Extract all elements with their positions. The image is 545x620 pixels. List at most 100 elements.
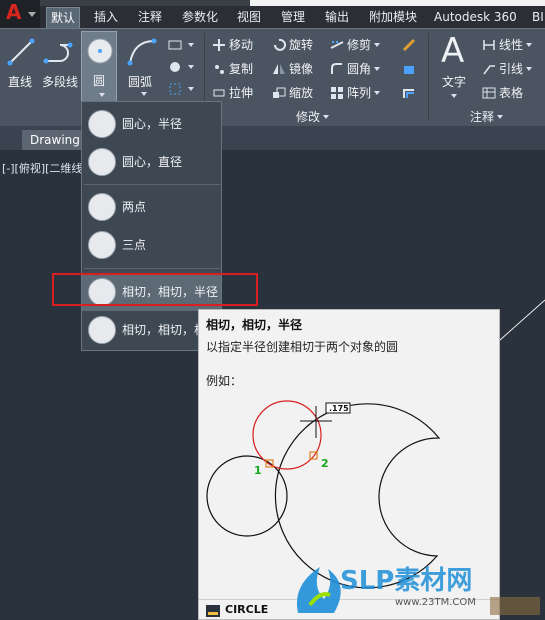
stretch-label: 拉伸	[229, 86, 254, 100]
tab-view[interactable]: 视图	[233, 7, 265, 28]
chevron-down-icon	[99, 93, 105, 97]
copy-icon	[215, 65, 224, 74]
line-label: 直线	[8, 75, 33, 89]
chevron-down-icon	[374, 67, 381, 71]
tab-output[interactable]: 输出	[321, 7, 353, 28]
chevron-down-icon	[374, 43, 381, 47]
scale-button[interactable]: 缩放	[272, 83, 313, 103]
mirror-button[interactable]: 镜像	[272, 59, 313, 79]
watermark-logo: SLP素材网 www.23TM.COM	[296, 566, 540, 615]
leader-label: 引线	[499, 62, 524, 76]
text-label: 文字	[442, 75, 467, 89]
tab-addins[interactable]: 附加模块	[365, 7, 421, 28]
boundary-button[interactable]	[168, 79, 194, 99]
chevron-down-icon	[188, 65, 194, 69]
chevron-down-icon	[141, 92, 147, 96]
application-menu-button[interactable]: A	[0, 0, 40, 28]
polyline-button[interactable]: 多段线	[40, 35, 80, 105]
text-button[interactable]: A 文字	[434, 31, 474, 103]
tooltip-title: 相切，相切，半径	[206, 318, 303, 332]
menu-separator	[84, 184, 220, 185]
scale-label: 缩放	[289, 86, 314, 100]
circle-tan-tan-tan-icon	[88, 316, 116, 344]
chevron-down-icon	[526, 67, 533, 71]
menu-item-center-radius[interactable]: 圆心，半径	[82, 105, 221, 143]
tooltip-example-label: 例如：	[206, 374, 243, 388]
annotation-group-label[interactable]: 注释	[470, 108, 504, 126]
tab-default[interactable]: 默认	[46, 7, 81, 28]
polyline-icon	[43, 42, 73, 64]
hatch-button[interactable]	[168, 57, 194, 77]
trim-icon	[330, 41, 344, 49]
linear-dim-button[interactable]: 线性	[482, 35, 533, 55]
circle-two-point-icon	[88, 193, 116, 221]
circle-label: 圆	[93, 74, 106, 88]
chevron-down-icon	[451, 94, 457, 98]
mirror-icon	[273, 64, 285, 74]
leader-button[interactable]: 引线	[482, 59, 533, 79]
menu-item-label: 相切，相切，相	[122, 323, 207, 337]
rectangle-button[interactable]	[168, 35, 194, 55]
table-icon	[482, 87, 496, 99]
tab-manage[interactable]: 管理	[277, 7, 309, 28]
chevron-down-icon	[188, 43, 194, 47]
hatch-icon	[170, 62, 180, 72]
trim-button[interactable]: 修剪	[330, 35, 381, 55]
highlight-box	[52, 273, 258, 306]
chevron-down-icon	[374, 91, 381, 95]
fillet-icon	[331, 63, 342, 74]
tab-autodesk360[interactable]: Autodesk 360	[430, 7, 521, 28]
rotate-label: 旋转	[289, 38, 314, 52]
fillet-button[interactable]: 圆角	[330, 59, 381, 79]
move-button[interactable]: 移动	[212, 35, 253, 55]
watermark-text: SLP素材网	[340, 566, 472, 596]
stretch-button[interactable]: 拉伸	[212, 83, 253, 103]
circle-button[interactable]: 圆	[81, 31, 117, 103]
arc-icon	[127, 38, 157, 66]
viewport-controls[interactable]: [-][俯视][二维线	[2, 160, 82, 176]
arc-button[interactable]: 圆弧	[124, 35, 162, 105]
tab-parametric[interactable]: 参数化	[178, 7, 222, 28]
chevron-down-icon	[323, 115, 330, 119]
move-icon	[213, 39, 225, 51]
array-button[interactable]: 阵列	[330, 83, 381, 103]
fillet-label: 圆角	[347, 62, 372, 76]
tab-annotate[interactable]: 注释	[134, 7, 166, 28]
tab-insert[interactable]: 插入	[90, 7, 122, 28]
autocad-logo: A	[6, 0, 22, 24]
erase-button[interactable]	[402, 35, 419, 55]
tab-bim[interactable]: BI	[528, 7, 545, 28]
tooltip-description: 以指定半径创建相切于两个对象的圆	[206, 340, 399, 354]
line-button[interactable]: 直线	[4, 35, 38, 105]
title-bar-area	[250, 0, 545, 6]
trim-label: 修剪	[347, 38, 372, 52]
menu-separator	[84, 268, 220, 269]
explode-button[interactable]	[402, 59, 419, 79]
circle-center-diameter-icon	[88, 148, 116, 176]
stretch-icon	[213, 89, 225, 97]
move-label: 移动	[229, 38, 254, 52]
offset-button[interactable]	[402, 83, 419, 103]
table-button[interactable]: 表格	[482, 83, 523, 103]
copy-button[interactable]: 复制	[212, 59, 253, 79]
menu-item-center-diameter[interactable]: 圆心，直径	[82, 143, 221, 181]
menu-item-three-point[interactable]: 三点	[82, 226, 221, 264]
rotate-button[interactable]: 旋转	[272, 35, 313, 55]
ribbon-tab-bar: A 默认 插入 注释 参数化 视图 管理 输出 附加模块 Autodesk 36…	[0, 0, 545, 28]
command-name: CIRCLE	[225, 603, 269, 616]
modify-group-label[interactable]: 修改	[296, 108, 330, 126]
command-icon	[206, 605, 220, 617]
circle-center-radius-icon	[88, 110, 116, 138]
leader-icon	[483, 65, 495, 75]
ribbon-separator	[428, 33, 429, 121]
text-icon: A	[441, 31, 465, 71]
watermark-url: www.23TM.COM	[395, 597, 476, 608]
mirror-label: 镜像	[289, 62, 314, 76]
circle-three-point-icon	[88, 231, 116, 259]
table-label: 表格	[499, 86, 524, 100]
explode-icon	[404, 66, 414, 74]
linear-label: 线性	[499, 38, 524, 52]
tangent-point-2-label: 2	[321, 457, 329, 470]
array-label: 阵列	[347, 86, 372, 100]
menu-item-two-point[interactable]: 两点	[82, 188, 221, 226]
